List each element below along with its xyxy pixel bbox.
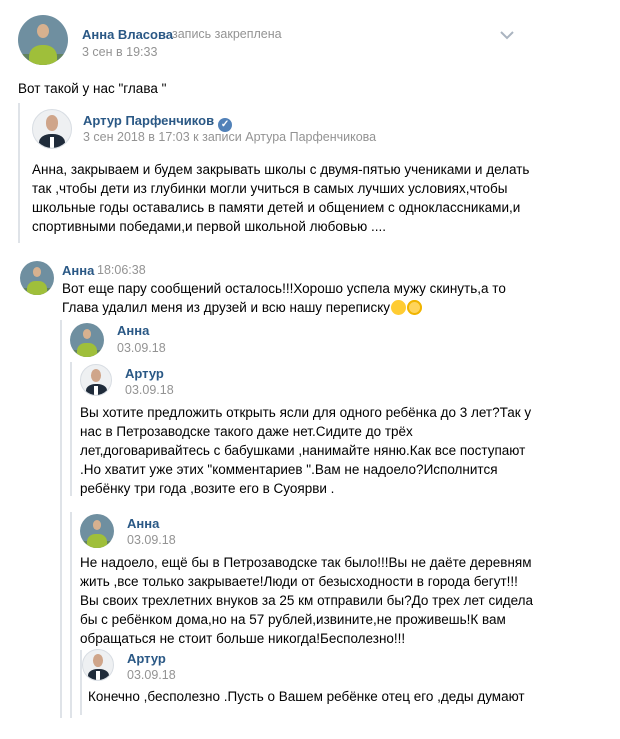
message-author[interactable]: Артур <box>127 651 166 666</box>
comment-text: Вот еще пару сообщений осталось!!!Хорошо… <box>62 279 506 317</box>
text-line: обращаться не стоит больше никогда!Беспо… <box>80 631 406 646</box>
text-line: школьные годы оставались в памяти детей … <box>32 200 521 215</box>
text-line: Глава удалил меня из друзей и всю нашу п… <box>62 298 506 317</box>
forward-divider <box>60 320 62 718</box>
text-line: бы с ребёнком дома,но на 57 рублей,извин… <box>80 612 506 627</box>
text-line: Анна, закрываем и будем закрывать школы … <box>32 162 530 177</box>
text-line: спортивными победами,и первой школьной л… <box>32 219 387 234</box>
repost-meta[interactable]: 3 сен 2018 в 17:03 к записи Артура Парфе… <box>83 130 376 144</box>
message-author[interactable]: Артур <box>125 366 164 381</box>
message-avatar[interactable] <box>70 323 104 357</box>
comment-author-avatar[interactable] <box>20 261 54 295</box>
text-line: лет,договаривайтесь с бабушками ,нанимай… <box>80 443 526 458</box>
smile-emoji-icon <box>391 300 407 315</box>
text-line: нас в Петрозаводске такого даже нет.Сиди… <box>80 424 413 439</box>
text-line: ребёнку три года ,возите его в Суоярви . <box>80 481 335 496</box>
text-line: Вы хотите предложить открыть ясли для од… <box>80 405 532 420</box>
post-date[interactable]: 3 сен в 19:33 <box>82 45 157 59</box>
post-pinned-label: запись закреплена <box>172 27 282 41</box>
message-date: 03.09.18 <box>125 383 174 397</box>
repost-text: Анна, закрываем и будем закрывать школы … <box>32 160 529 236</box>
text-line: так ,чтобы дети из глубинки могли учитьс… <box>32 181 508 196</box>
text-line: .Но хватит уже этих "комментариев ".Вам … <box>80 462 498 477</box>
message-text: Не надоело, ещё бы в Петрозаводске так б… <box>80 553 533 648</box>
message-text: Вы хотите предложить открыть ясли для од… <box>80 403 531 498</box>
text-line: Вот еще пару сообщений осталось!!!Хорошо… <box>62 281 506 296</box>
message-avatar[interactable] <box>82 649 114 681</box>
post-author-avatar[interactable] <box>18 15 68 65</box>
post-author-name[interactable]: Анна Власова <box>82 27 173 42</box>
message-author[interactable]: Анна <box>117 323 149 338</box>
message-date: 03.09.18 <box>127 668 176 682</box>
text-line: жить ,все только закрываете!Люди от безы… <box>80 574 518 589</box>
message-avatar[interactable] <box>80 514 114 548</box>
comment-author-name[interactable]: Анна <box>62 263 94 278</box>
message-text: Конечно ,бесполезно .Пусть о Вашем ребён… <box>88 687 525 706</box>
text-line: Вы своих трехлетних внуков за 25 км отпр… <box>80 593 534 608</box>
text-line: Не надоело, ещё бы в Петрозаводске так б… <box>80 555 532 570</box>
post-text: Вот такой у нас "глава " <box>18 81 167 96</box>
forward-divider <box>70 362 72 496</box>
comment-time[interactable]: 18:06:38 <box>97 263 146 277</box>
repost-divider <box>18 103 20 243</box>
message-avatar[interactable] <box>80 364 112 396</box>
chevron-down-icon[interactable] <box>500 31 514 40</box>
text-line: Конечно ,бесполезно .Пусть о Вашем ребён… <box>88 689 525 704</box>
repost-author-avatar[interactable] <box>32 109 72 149</box>
grimace-emoji-icon <box>407 300 423 315</box>
message-author[interactable]: Анна <box>127 516 159 531</box>
forward-divider <box>70 512 72 718</box>
message-date: 03.09.18 <box>127 533 176 547</box>
message-date: 03.09.18 <box>117 341 166 355</box>
repost-author-label: Артур Парфенчиков <box>83 113 215 128</box>
